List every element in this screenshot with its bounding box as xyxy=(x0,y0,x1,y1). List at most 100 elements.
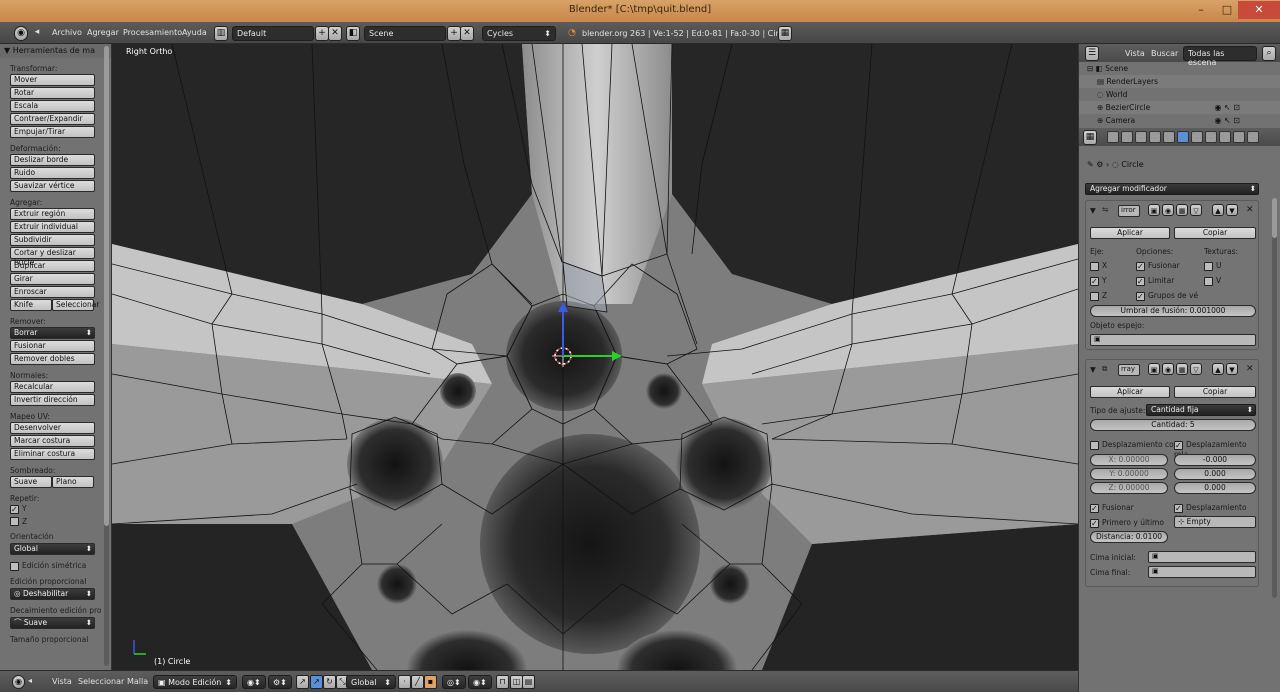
cage-toggle-icon[interactable]: ▽ xyxy=(1190,363,1202,375)
scene-icon[interactable]: ◧ xyxy=(346,26,360,41)
axis-x-checkbox[interactable] xyxy=(1090,261,1099,271)
modifiers-tab-icon[interactable] xyxy=(1177,131,1189,143)
scene-field[interactable]: Scene xyxy=(364,26,446,41)
render-preview-icon[interactable]: ▦ xyxy=(778,26,792,41)
add-modifier-select[interactable]: Agregar modificador ⬍ xyxy=(1085,183,1259,195)
axis-x-row[interactable]: X xyxy=(1090,261,1107,271)
render-toggle-icon[interactable]: ▣ xyxy=(1148,363,1160,375)
mode-select[interactable]: ▣ Modo Edición ⬍ xyxy=(153,675,237,689)
eye-icon[interactable]: ◉ ↖ ⊡ xyxy=(1215,101,1240,114)
constraints-tab-icon[interactable] xyxy=(1163,131,1175,143)
vertex-select-icon[interactable]: · xyxy=(398,675,411,689)
collapse-menu-icon[interactable]: ◂ xyxy=(28,676,32,685)
rel-offset-x[interactable]: -0.000 xyxy=(1174,454,1256,466)
edge-select-icon[interactable]: ╱ xyxy=(411,675,424,689)
viewport-toggle-icon[interactable]: ◉ xyxy=(1162,204,1174,216)
render-engine-select[interactable]: Cycles ⬍ xyxy=(482,26,556,41)
noise-button[interactable]: Ruido xyxy=(10,167,95,179)
repeat-y-checkbox[interactable] xyxy=(10,504,19,514)
array-merge-row[interactable]: Fusionar xyxy=(1090,503,1134,513)
minimize-button[interactable]: – xyxy=(1188,1,1214,19)
orientation-select[interactable]: Global ⬍ xyxy=(10,543,95,555)
texture-v-checkbox[interactable] xyxy=(1204,276,1213,286)
add-scene-button[interactable]: + xyxy=(447,26,461,41)
menu-file[interactable]: Archivo xyxy=(52,28,82,37)
repeat-z-row[interactable]: Z xyxy=(0,517,111,526)
material-tab-icon[interactable] xyxy=(1205,131,1217,143)
menu-help[interactable]: Ayuda xyxy=(182,28,207,37)
viewport-shading-select[interactable]: ◉⬍ xyxy=(242,675,266,689)
pin-icon[interactable]: ✎ ⚙ › ◌ xyxy=(1087,160,1121,169)
falloff-select[interactable]: ⌒ Suave ⬍ xyxy=(10,616,95,629)
edge-slide-button[interactable]: Deslizar borde xyxy=(10,154,95,166)
delete-select[interactable]: Borrar ⬍ xyxy=(10,327,95,339)
editor-type-icon[interactable]: ◉ xyxy=(14,26,28,41)
recalculate-button[interactable]: Recalcular xyxy=(10,381,95,393)
move-down-icon[interactable]: ▼ xyxy=(1226,363,1238,375)
start-cap-field[interactable]: ▣ xyxy=(1148,551,1256,563)
editmode-toggle-icon[interactable]: ▦ xyxy=(1176,363,1188,375)
maximize-button[interactable]: □ xyxy=(1214,1,1240,19)
scrollbar-thumb[interactable] xyxy=(104,46,109,526)
screw-button[interactable]: Enroscar xyxy=(10,286,95,298)
vgroups-row[interactable]: Grupos de vé xyxy=(1136,291,1198,301)
axis-z-checkbox[interactable] xyxy=(1090,291,1099,301)
outliner-item-scene[interactable]: ⊟ ◧ Scene xyxy=(1079,62,1280,75)
const-offset-y[interactable]: Y: 0.00000 xyxy=(1090,468,1168,480)
menu-mesh[interactable]: Malla xyxy=(127,677,148,686)
array-name-field[interactable]: rray xyxy=(1118,364,1140,376)
symmetric-checkbox[interactable] xyxy=(10,561,19,571)
axis-z-row[interactable]: Z xyxy=(1090,291,1107,301)
transform-orientation-select[interactable]: Global ⬍ xyxy=(346,675,396,689)
mirror-name-field[interactable]: irror xyxy=(1118,205,1140,217)
duplicate-button[interactable]: Duplicar xyxy=(10,260,95,272)
rel-offset-z[interactable]: 0.000 xyxy=(1174,482,1256,494)
offset-object-field[interactable]: ⊹ Empty xyxy=(1174,516,1256,528)
screen-layout-icon[interactable]: ▥ xyxy=(214,26,228,41)
menu-select[interactable]: Seleccionar xyxy=(78,677,124,686)
object-tab-icon[interactable] xyxy=(1149,131,1161,143)
translate-manipulator-icon[interactable]: ↗ xyxy=(310,675,323,689)
axis-y-row[interactable]: Y xyxy=(1090,276,1107,286)
subdivide-button[interactable]: Subdividir xyxy=(10,234,95,246)
move-up-icon[interactable]: ▲ xyxy=(1212,204,1224,216)
mirror-apply-button[interactable]: Aplicar xyxy=(1090,227,1170,239)
merge-limit-field[interactable]: Umbral de fusión: 0.001000 xyxy=(1090,305,1256,317)
array-apply-button[interactable]: Aplicar xyxy=(1090,386,1170,398)
extrude-region-button[interactable]: Extruir región xyxy=(10,208,95,220)
const-offset-z[interactable]: Z: 0.00000 xyxy=(1090,482,1168,494)
cage-toggle-icon[interactable]: ▽ xyxy=(1190,204,1202,216)
rel-offset-y[interactable]: 0.000 xyxy=(1174,468,1256,480)
merge-distance-field[interactable]: Distancia: 0.0100 xyxy=(1090,531,1168,543)
array-copy-button[interactable]: Copiar xyxy=(1174,386,1256,398)
push-pull-button[interactable]: Empujar/Tirar xyxy=(10,126,95,138)
editmode-toggle-icon[interactable]: ▦ xyxy=(1176,204,1188,216)
mirror-copy-button[interactable]: Copiar xyxy=(1174,227,1256,239)
remove-modifier-icon[interactable]: ✕ xyxy=(1246,205,1254,215)
obj-offset-checkbox[interactable] xyxy=(1174,503,1183,513)
move-button[interactable]: Mover xyxy=(10,74,95,86)
viewport-toggle-icon[interactable]: ◉ xyxy=(1162,363,1174,375)
menu-view[interactable]: Vista xyxy=(52,677,72,686)
unwrap-button[interactable]: Desenvolver xyxy=(10,422,95,434)
symmetric-row[interactable]: Edición simétrica xyxy=(0,561,111,571)
rotate-button[interactable]: Rotar xyxy=(10,87,95,99)
render-opengl-icon[interactable]: ▤ xyxy=(522,675,535,689)
outliner-item-camera[interactable]: ⊕ Camera ◉ ↖ ⊡ xyxy=(1079,114,1280,127)
mirror-object-field[interactable]: ▣ xyxy=(1090,334,1256,346)
manipulator-toggle-icon[interactable]: ↗ xyxy=(296,675,309,689)
repeat-y-row[interactable]: Y xyxy=(0,504,111,514)
loop-cut-slide-button[interactable]: Cortar y deslizar bucle xyxy=(10,247,95,267)
eye-icon[interactable]: ◉ ↖ ⊡ xyxy=(1215,114,1240,127)
smooth-vertex-button[interactable]: Suavizar vértice xyxy=(10,180,95,192)
pivot-point-select[interactable]: ⚙⬍ xyxy=(268,675,292,689)
merge-row[interactable]: Fusionar xyxy=(1136,261,1180,271)
outliner-item-renderlayers[interactable]: ▤ RenderLayers xyxy=(1079,75,1280,88)
smooth-shading-button[interactable]: Suave xyxy=(10,476,52,488)
const-offset-x[interactable]: X: 0.00000 xyxy=(1090,454,1168,466)
search-icon[interactable]: ⌕ xyxy=(1262,46,1276,61)
const-offset-checkbox[interactable] xyxy=(1090,440,1099,450)
scene-tab-icon[interactable] xyxy=(1121,131,1133,143)
collapse-menu-icon[interactable]: ◂ xyxy=(30,26,44,41)
remove-scene-button[interactable]: ✕ xyxy=(460,26,474,41)
